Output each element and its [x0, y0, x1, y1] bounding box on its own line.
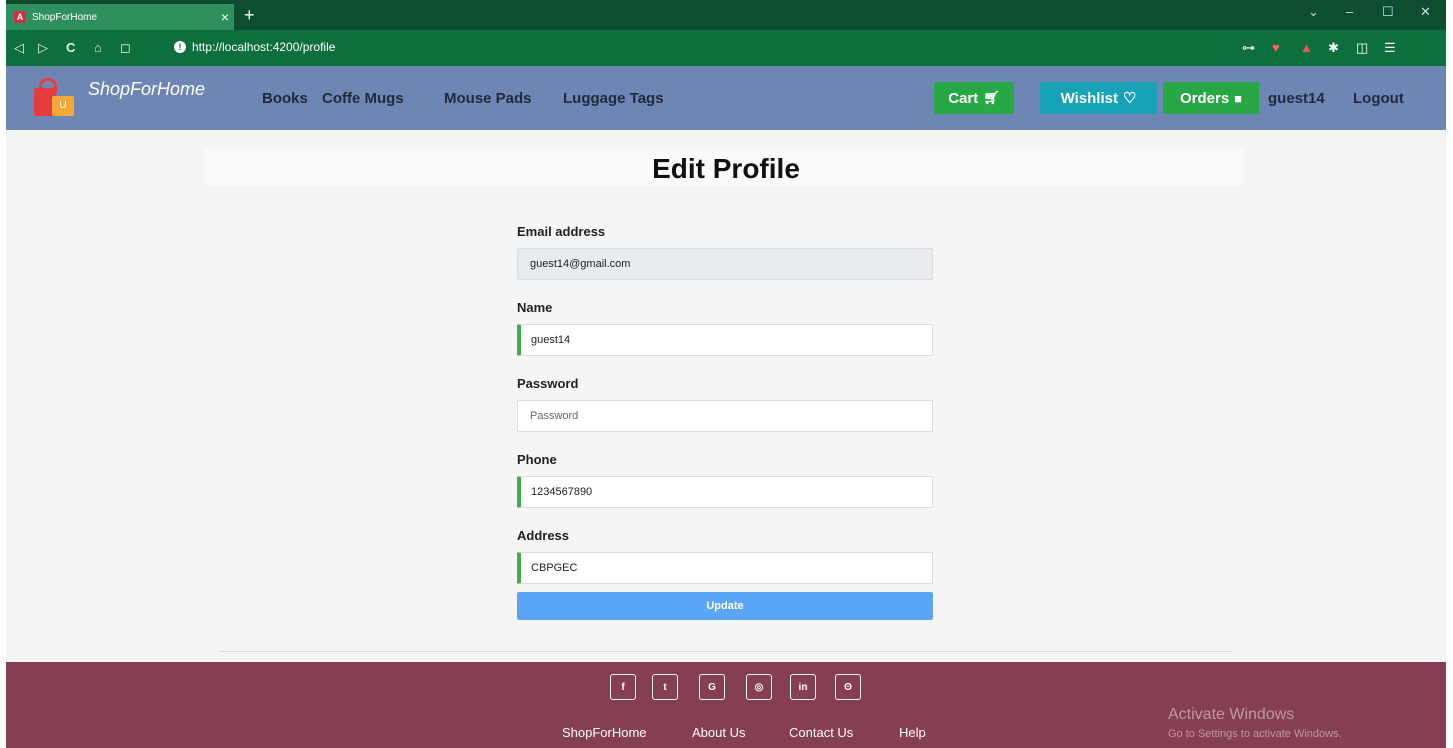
facebook-icon[interactable]: f [610, 674, 636, 700]
page-title: Edit Profile [652, 153, 800, 184]
tab-menu-icon[interactable]: ⌄ [1308, 4, 1319, 20]
email-field: guest14@gmail.com [517, 248, 933, 280]
cart-label: Cart [948, 89, 979, 107]
cart-button[interactable]: Cart 🛒︎ [934, 82, 1014, 114]
activate-windows-watermark: Activate Windows Go to Settings to activ… [1168, 706, 1342, 740]
brand-name: ShopForHome [88, 78, 206, 99]
footer-link-help[interactable]: Help [899, 725, 926, 740]
forward-icon[interactable]: ▷ [38, 40, 48, 56]
new-tab-icon[interactable]: + [244, 5, 255, 26]
google-icon[interactable]: G [699, 674, 725, 700]
browser-window: A ShopForHome × + ⌄ – ☐ ✕ ◁ ▷ C ⌂ ◻ ! ht… [6, 0, 1446, 748]
divider [220, 651, 1232, 652]
home-icon[interactable]: ⌂ [94, 40, 102, 55]
address-bar: ◁ ▷ C ⌂ ◻ ! http://localhost:4200/profil… [6, 30, 1446, 66]
nav-category-coffe-mugs[interactable]: Coffe Mugs [322, 90, 404, 107]
bag-icon: ■ [1234, 90, 1243, 106]
extensions-icon[interactable]: ✱ [1328, 40, 1339, 56]
update-button[interactable]: Update [517, 592, 933, 620]
nav-category-mouse-pads[interactable]: Mouse Pads [444, 90, 532, 107]
name-label: Name [517, 300, 553, 315]
rewards-icon[interactable]: ▲ [1300, 40, 1313, 55]
twitter-icon[interactable]: t [652, 674, 678, 700]
email-label: Email address [517, 224, 606, 239]
orders-button[interactable]: Orders ■ [1163, 82, 1259, 114]
url-text: http://localhost:4200/profile [192, 40, 336, 54]
minimize-icon[interactable]: – [1346, 4, 1353, 19]
reload-icon[interactable]: C [66, 40, 75, 55]
password-field[interactable]: Password [517, 400, 933, 432]
name-field[interactable]: guest14 [517, 324, 933, 356]
browser-tab[interactable]: A ShopForHome × [6, 4, 234, 30]
footer: f t G ◎ in ʘ ShopForHome About Us Contac… [6, 662, 1446, 748]
tab-title: ShopForHome [32, 11, 98, 23]
logout-link[interactable]: Logout [1353, 90, 1404, 107]
footer-link-about-us[interactable]: About Us [692, 725, 745, 740]
phone-field[interactable]: 1234567890 [517, 476, 933, 508]
phone-label: Phone [517, 452, 557, 467]
address-label: Address [517, 528, 570, 543]
angular-favicon-icon: A [14, 11, 26, 23]
key-icon[interactable]: ⊶ [1242, 40, 1255, 56]
site-info-icon[interactable]: ! [174, 41, 186, 53]
nav-category-luggage-tags[interactable]: Luggage Tags [563, 90, 664, 107]
bookmark-icon[interactable]: ◻ [120, 40, 131, 56]
username-link[interactable]: guest14 [1268, 90, 1325, 107]
heart-icon: ♡ [1122, 90, 1137, 107]
address-field[interactable]: CBPGEC [517, 552, 933, 584]
footer-link-contact-us[interactable]: Contact Us [789, 725, 853, 740]
tab-bar: A ShopForHome × + ⌄ – ☐ ✕ [6, 0, 1446, 30]
tab-close-icon[interactable]: × [216, 9, 234, 25]
footer-link-shopforhome[interactable]: ShopForHome [562, 725, 647, 740]
close-window-icon[interactable]: ✕ [1420, 4, 1431, 20]
wallet-icon[interactable]: ◫ [1356, 40, 1368, 56]
menu-icon[interactable]: ☰ [1384, 40, 1396, 56]
password-label: Password [517, 376, 579, 391]
watermark-title: Activate Windows [1168, 706, 1295, 723]
nav-category-books[interactable]: Books [262, 90, 308, 107]
orders-label: Orders [1179, 89, 1230, 107]
github-icon[interactable]: ʘ [835, 674, 861, 700]
shopping-bag-logo-icon: U [34, 76, 82, 116]
instagram-icon[interactable]: ◎ [746, 674, 772, 700]
maximize-icon[interactable]: ☐ [1382, 4, 1394, 20]
watermark-subtitle: Go to Settings to activate Windows. [1168, 728, 1342, 740]
wishlist-label: Wishlist [1060, 89, 1118, 107]
cart-icon: 🛒︎ [983, 90, 1000, 105]
linkedin-icon[interactable]: in [790, 674, 816, 700]
brave-shield-icon[interactable]: ♥ [1272, 40, 1280, 55]
brand[interactable]: U ShopForHome [34, 76, 205, 116]
site-navbar: U ShopForHome Books Coffe Mugs Mouse Pad… [6, 66, 1446, 130]
back-icon[interactable]: ◁ [14, 40, 24, 56]
url-field[interactable]: ! http://localhost:4200/profile [174, 40, 335, 54]
wishlist-button[interactable]: Wishlist ♡ [1040, 82, 1157, 114]
edit-profile-form: Email address guest14@gmail.com Name gue… [517, 224, 933, 620]
